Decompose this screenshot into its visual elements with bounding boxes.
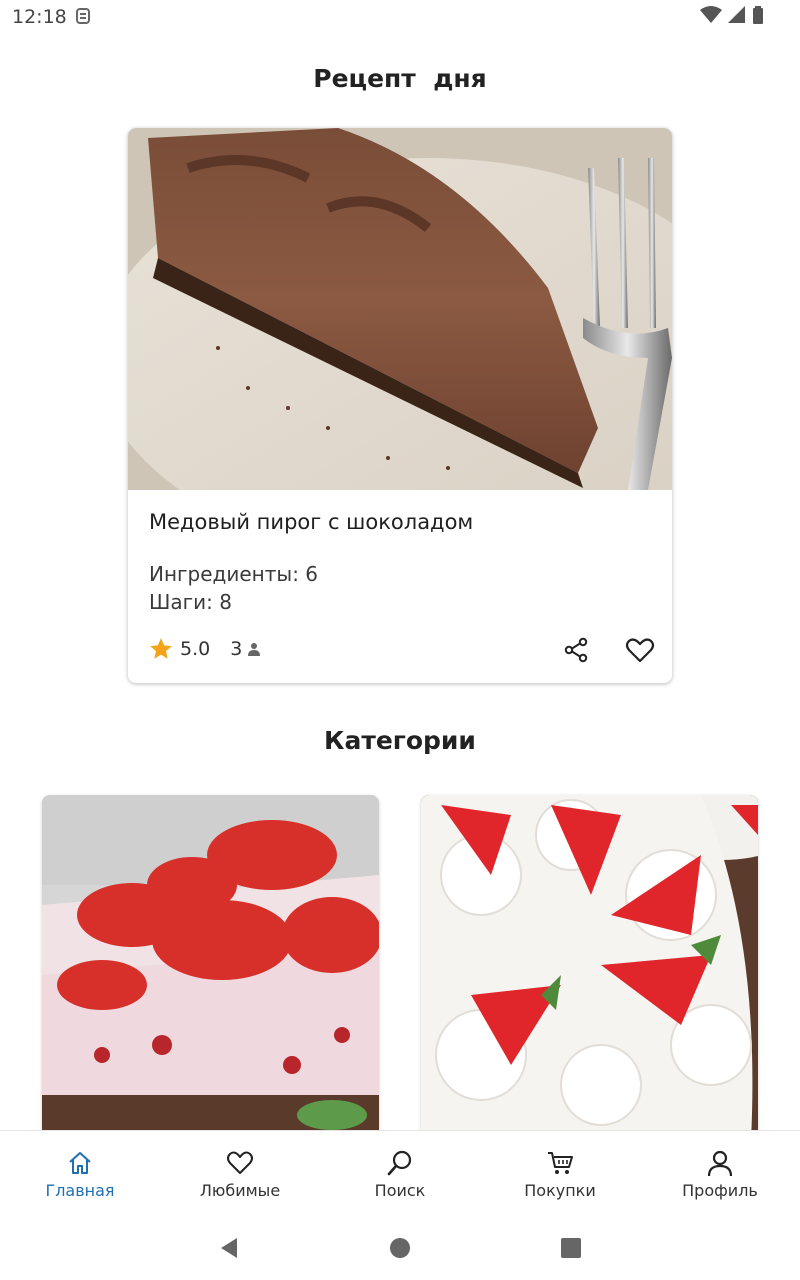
category-image [42, 795, 379, 1140]
nav-item-search[interactable]: Поиск [320, 1131, 480, 1217]
reviews-count: 3 [230, 638, 243, 660]
bottom-navigation: Главная Любимые Поиск Покупки Профиль [0, 1130, 800, 1216]
recipe-steps: Шаги: 8 [149, 590, 232, 614]
category-card[interactable] [421, 795, 758, 1140]
recipe-image [128, 128, 672, 490]
recipe-of-day-title: Рецепт дня [313, 64, 487, 93]
wifi-icon [700, 6, 722, 23]
nav-label-home: Главная [45, 1181, 115, 1200]
cart-icon [548, 1152, 573, 1174]
nav-item-shopping[interactable]: Покупки [480, 1131, 640, 1217]
recipe-name: Медовый пирог с шоколадом [149, 510, 474, 534]
recipe-meta: Ингредиенты: 6 Шаги: 8 [149, 560, 318, 616]
status-time: 12:18 [12, 6, 67, 28]
heart-icon [227, 1151, 253, 1174]
favorite-heart-icon[interactable] [625, 635, 655, 665]
category-card[interactable] [42, 795, 379, 1140]
category-image [421, 795, 758, 1140]
home-circle-icon[interactable] [388, 1236, 412, 1260]
search-icon [387, 1150, 412, 1176]
nav-label-shopping: Покупки [524, 1181, 596, 1200]
profile-icon [707, 1150, 733, 1177]
person-icon [248, 643, 261, 656]
nav-item-profile[interactable]: Профиль [640, 1131, 800, 1217]
nav-label-profile: Профиль [682, 1181, 758, 1200]
categories-title: Категории [324, 726, 476, 755]
recipe-card[interactable]: Медовый пирог с шоколадом Ингредиенты: 6… [128, 128, 672, 683]
home-icon [69, 1152, 91, 1174]
rating-row: 5.0 3 [148, 636, 262, 662]
battery-icon [753, 6, 763, 24]
nav-label-favorites: Любимые [199, 1181, 281, 1200]
recipe-ingredients: Ингредиенты: 6 [149, 562, 319, 586]
system-navigation [0, 1216, 800, 1280]
share-icon[interactable] [562, 636, 590, 664]
nav-item-home[interactable]: Главная [0, 1131, 160, 1217]
recents-icon[interactable] [559, 1236, 583, 1260]
app-notification-icon [76, 8, 90, 24]
signal-icon [728, 6, 745, 23]
rating-value: 5.0 [180, 638, 211, 660]
nav-label-search: Поиск [374, 1181, 426, 1200]
back-icon[interactable] [217, 1236, 241, 1260]
nav-item-favorites[interactable]: Любимые [160, 1131, 320, 1217]
status-bar: 12:18 [0, 0, 800, 34]
star-icon [150, 638, 172, 659]
